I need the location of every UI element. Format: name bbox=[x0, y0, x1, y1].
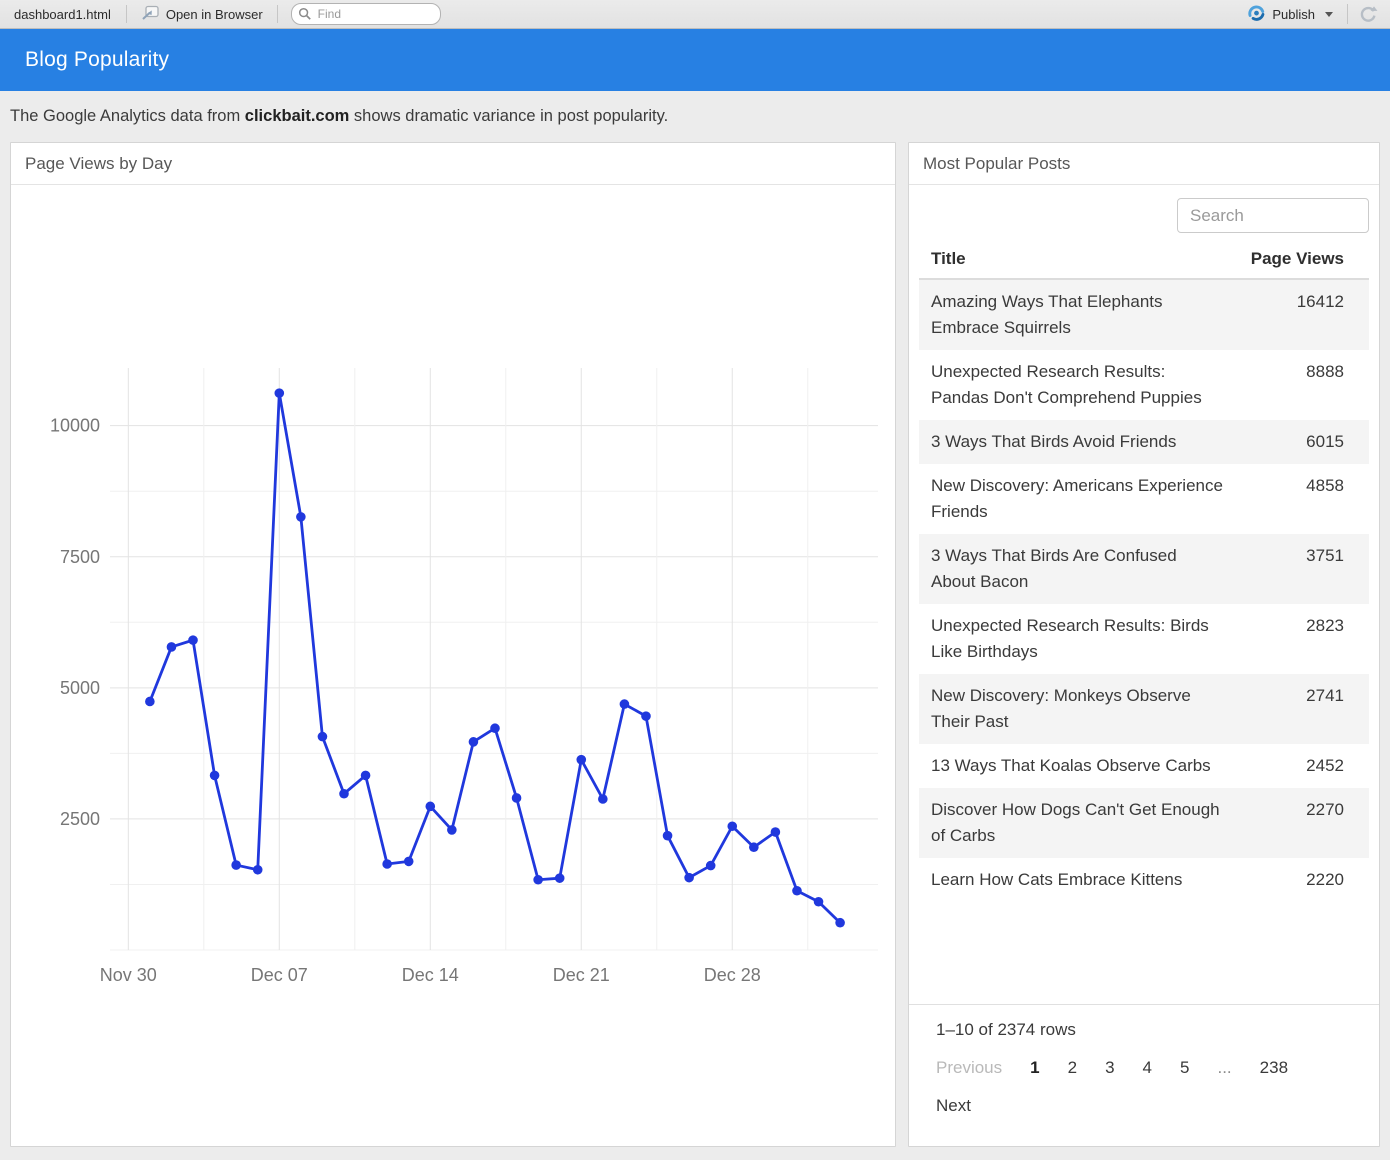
pageviews-chart: 2500 5000 7500 10000 Nov 30 Dec 07 Dec 14 Dec 2… bbox=[11, 185, 895, 1146]
rows-info: 1–10 of 2374 rows bbox=[936, 1020, 1365, 1040]
table-row[interactable]: Amazing Ways That Elephants Embrace Squi… bbox=[919, 280, 1369, 350]
posts-table-body: Amazing Ways That Elephants Embrace Squi… bbox=[919, 280, 1369, 902]
pagination-next[interactable]: Next bbox=[936, 1096, 1365, 1116]
refresh-icon bbox=[1358, 4, 1378, 24]
post-title: Amazing Ways That Elephants Embrace Squi… bbox=[931, 289, 1223, 341]
y-axis-tick: 2500 bbox=[60, 809, 100, 829]
posts-table: Title Page Views Amazing Ways That Eleph… bbox=[919, 243, 1369, 902]
open-in-browser-label: Open in Browser bbox=[166, 7, 263, 22]
ide-toolbar: dashboard1.html Open in Browser bbox=[0, 0, 1390, 29]
post-title: Unexpected Research Results: Pandas Don'… bbox=[931, 359, 1223, 411]
dashboard-navbar: Blog Popularity bbox=[0, 29, 1390, 91]
pageviews-panel: Page Views by Day 2500 5000 7500 10000 Nov 3… bbox=[10, 142, 896, 1147]
page-link[interactable]: 4 bbox=[1143, 1058, 1152, 1078]
popular-posts-panel: Most Popular Posts Title Page Views Amaz… bbox=[908, 142, 1380, 1147]
table-row[interactable]: New Discovery: Americans Experience Frie… bbox=[919, 464, 1369, 534]
publish-icon bbox=[1247, 4, 1266, 25]
post-views: 16412 bbox=[1223, 289, 1344, 341]
pagination-pages: 1 2 3 4 5... 238 bbox=[1030, 1058, 1288, 1078]
post-title: 3 Ways That Birds Are Confused About Bac… bbox=[931, 543, 1223, 595]
page-link[interactable]: 1 bbox=[1030, 1058, 1039, 1078]
page-link[interactable]: 3 bbox=[1105, 1058, 1114, 1078]
post-title: 13 Ways That Koalas Observe Carbs bbox=[931, 753, 1223, 779]
column-header-page-views[interactable]: Page Views bbox=[1223, 249, 1344, 269]
page-link[interactable]: 2 bbox=[1068, 1058, 1077, 1078]
pagination-previous[interactable]: Previous bbox=[936, 1058, 1002, 1078]
x-axis-tick: Dec 14 bbox=[402, 965, 459, 985]
table-row[interactable]: Learn How Cats Embrace Kittens2220 bbox=[919, 858, 1369, 902]
post-title: Unexpected Research Results: Birds Like … bbox=[931, 613, 1223, 665]
pagination-ellipsis: ... bbox=[1217, 1058, 1231, 1078]
toolbar-separator bbox=[277, 5, 278, 23]
table-row[interactable]: Unexpected Research Results: Pandas Don'… bbox=[919, 350, 1369, 420]
post-views: 8888 bbox=[1223, 359, 1344, 411]
table-row[interactable]: 3 Ways That Birds Avoid Friends6015 bbox=[919, 420, 1369, 464]
file-tab[interactable]: dashboard1.html bbox=[0, 7, 126, 22]
x-axis-tick: Nov 30 bbox=[100, 965, 157, 985]
x-axis-tick: Dec 21 bbox=[553, 965, 610, 985]
post-views: 4858 bbox=[1223, 473, 1344, 525]
subtitle-prefix: The Google Analytics data from bbox=[10, 107, 245, 125]
publish-caret-icon[interactable] bbox=[1325, 12, 1333, 17]
x-axis-tick: Dec 07 bbox=[251, 965, 308, 985]
table-footer: 1–10 of 2374 rows Previous 1 2 3 4 5... 238 N… bbox=[909, 1004, 1379, 1146]
publish-button[interactable]: Publish bbox=[1241, 4, 1339, 25]
post-title: Discover How Dogs Can't Get Enough of Ca… bbox=[931, 797, 1223, 849]
post-title: New Discovery: Americans Experience Frie… bbox=[931, 473, 1223, 525]
search-icon bbox=[298, 7, 312, 24]
publish-label: Publish bbox=[1272, 7, 1315, 22]
table-row[interactable]: 3 Ways That Birds Are Confused About Bac… bbox=[919, 534, 1369, 604]
post-views: 2452 bbox=[1223, 753, 1344, 779]
post-views: 6015 bbox=[1223, 429, 1344, 455]
y-axis-tick: 5000 bbox=[60, 678, 100, 698]
subtitle-site-name: clickbait.com bbox=[245, 107, 350, 125]
refresh-button[interactable] bbox=[1347, 4, 1384, 24]
table-row[interactable]: New Discovery: Monkeys Observe Their Pas… bbox=[919, 674, 1369, 744]
post-title: Learn How Cats Embrace Kittens bbox=[931, 867, 1223, 893]
post-views: 2741 bbox=[1223, 683, 1344, 735]
pageviews-panel-title: Page Views by Day bbox=[11, 143, 895, 185]
page-title: Blog Popularity bbox=[0, 48, 169, 72]
table-row[interactable]: 13 Ways That Koalas Observe Carbs2452 bbox=[919, 744, 1369, 788]
post-views: 2270 bbox=[1223, 797, 1344, 849]
pagination: Previous 1 2 3 4 5... 238 bbox=[936, 1058, 1365, 1078]
table-row[interactable]: Discover How Dogs Can't Get Enough of Ca… bbox=[919, 788, 1369, 858]
column-header-title[interactable]: Title bbox=[931, 249, 1223, 269]
page-link[interactable]: 238 bbox=[1260, 1058, 1288, 1078]
post-views: 2823 bbox=[1223, 613, 1344, 665]
open-in-browser-button[interactable]: Open in Browser bbox=[127, 4, 277, 24]
post-views: 3751 bbox=[1223, 543, 1344, 595]
y-axis-tick: 10000 bbox=[50, 416, 100, 436]
post-title: New Discovery: Monkeys Observe Their Pas… bbox=[931, 683, 1223, 735]
subtitle: The Google Analytics data from clickbait… bbox=[0, 91, 1390, 142]
popular-posts-title: Most Popular Posts bbox=[909, 143, 1379, 185]
post-title: 3 Ways That Birds Avoid Friends bbox=[931, 429, 1223, 455]
y-axis-tick: 7500 bbox=[60, 547, 100, 567]
table-search-input[interactable] bbox=[1177, 198, 1369, 233]
posts-table-header: Title Page Views bbox=[919, 243, 1369, 280]
page-link[interactable]: 5 bbox=[1180, 1058, 1189, 1078]
find-input[interactable] bbox=[291, 3, 441, 25]
subtitle-suffix: shows dramatic variance in post populari… bbox=[349, 107, 668, 125]
post-views: 2220 bbox=[1223, 867, 1344, 893]
open-in-browser-icon bbox=[141, 4, 160, 24]
table-row[interactable]: Unexpected Research Results: Birds Like … bbox=[919, 604, 1369, 674]
x-axis-tick: Dec 28 bbox=[704, 965, 761, 985]
